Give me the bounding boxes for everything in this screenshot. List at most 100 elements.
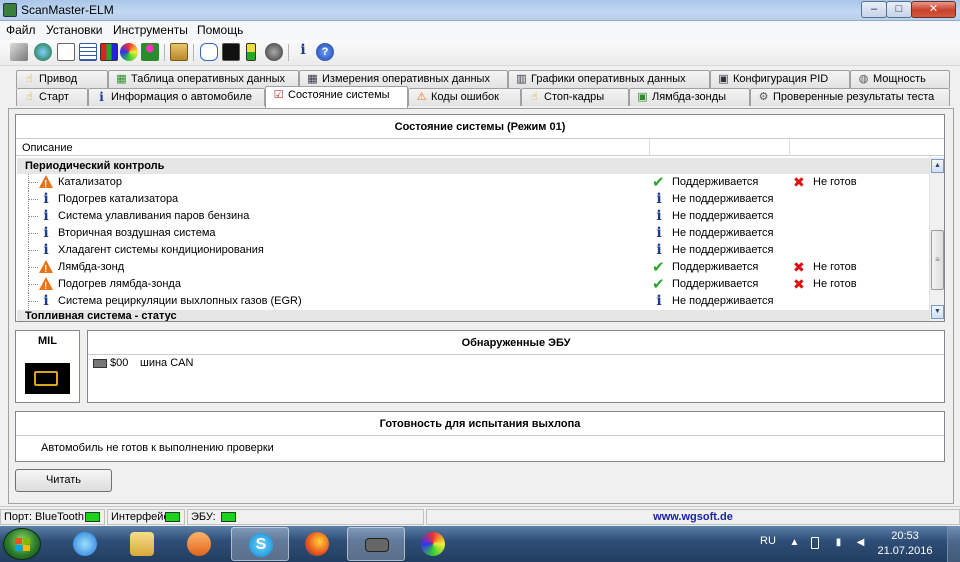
- scroll-up-icon[interactable]: ▲: [931, 159, 944, 173]
- list-item[interactable]: i Хладагент системы кондиционирования i …: [16, 242, 928, 259]
- list-item[interactable]: i Система рециркуляции выхлопных газов (…: [16, 293, 928, 310]
- network-icon[interactable]: ▮: [833, 537, 844, 549]
- readiness-text: Автомобиль не готов к выполнению проверк…: [41, 442, 274, 454]
- list-item[interactable]: i Вторичная воздушная система i Не подде…: [16, 225, 928, 242]
- vertical-scrollbar[interactable]: ▲ ≡ ▼: [929, 157, 944, 321]
- warning-icon: [39, 277, 53, 295]
- chart-icon[interactable]: [100, 43, 118, 61]
- readiness-title: Готовность для испытания выхлопа: [16, 412, 944, 436]
- tab-system-status[interactable]: ☑ Состояние системы: [265, 86, 408, 108]
- battery-icon[interactable]: [246, 43, 256, 61]
- group-fuel-system-status[interactable]: Топливная система - статус: [17, 310, 929, 321]
- clipboard-icon[interactable]: [170, 43, 188, 61]
- warning-icon: [39, 260, 53, 278]
- chat-icon[interactable]: [200, 43, 218, 61]
- taskbar-paint[interactable]: [404, 527, 462, 561]
- taskbar-explorer[interactable]: [113, 527, 171, 561]
- tab-freeze-frames[interactable]: ☝ Стоп-кадры: [521, 88, 629, 106]
- check-icon: ✔: [652, 259, 665, 276]
- tab-live-data-graphs[interactable]: ▥ Графики оперативных данных: [508, 70, 710, 88]
- list-item[interactable]: Лямбда-зонд ✔ Поддерживается ✖ Не готов: [16, 259, 928, 278]
- gear-icon: ⚙: [758, 91, 769, 103]
- info-icon: i: [656, 225, 662, 241]
- start-icon: ☝: [26, 91, 33, 103]
- list-item[interactable]: i Система улавливания паров бензина i Не…: [16, 208, 928, 225]
- list-item[interactable]: Подогрев лямбда-зонда ✔ Поддерживается ✖…: [16, 276, 928, 295]
- grid-icon: ▦: [307, 73, 318, 85]
- table-icon: ▦: [116, 73, 127, 85]
- scanmaster-icon: [365, 538, 389, 552]
- cross-icon: ✖: [793, 174, 805, 190]
- tab-lambda-sensors[interactable]: ▣ Лямбда-зонды: [629, 88, 750, 106]
- menu-tools[interactable]: Инструменты: [113, 23, 188, 37]
- menu-help[interactable]: Помощь: [197, 23, 243, 37]
- power-icon: ◍: [858, 73, 869, 85]
- ecu-address[interactable]: $00: [110, 357, 128, 369]
- menu-file[interactable]: Файл: [6, 23, 36, 37]
- close-button[interactable]: ✕: [911, 1, 956, 18]
- tab-trouble-codes[interactable]: ⚠ Коды ошибок: [408, 88, 521, 106]
- status-bar: Порт: BlueTooth Интерфейс: ЭБУ: www.wgso…: [0, 506, 960, 526]
- stop-icon[interactable]: [265, 43, 283, 61]
- detected-ecu-panel: Обнаруженные ЭБУ $00 шина CAN: [87, 330, 945, 403]
- battery-tray-icon[interactable]: [811, 537, 819, 549]
- info-icon: i: [43, 242, 49, 258]
- taskbar-skype[interactable]: S: [231, 527, 289, 561]
- help-icon[interactable]: ?: [316, 43, 334, 61]
- mil-panel: MIL: [15, 330, 80, 403]
- maximize-button[interactable]: □: [886, 1, 912, 18]
- document-icon[interactable]: [57, 43, 75, 61]
- ecu-bus: шина CAN: [140, 357, 194, 369]
- toolbar-separator: [193, 44, 194, 61]
- snapshot-icon: ☝: [531, 91, 538, 103]
- interface-led-icon: [165, 512, 180, 522]
- info-icon: i: [656, 208, 662, 224]
- website-link[interactable]: www.wgsoft.de: [426, 509, 960, 525]
- port-status: Порт: BlueTooth: [0, 509, 105, 525]
- read-button[interactable]: Читать: [15, 469, 112, 492]
- scroll-thumb[interactable]: ≡: [931, 230, 944, 290]
- wrench-icon[interactable]: [10, 43, 28, 61]
- volume-icon[interactable]: ◀: [855, 537, 866, 549]
- start-button[interactable]: [3, 528, 41, 560]
- taskbar-scanmaster[interactable]: [347, 527, 405, 561]
- info-icon[interactable]: i: [294, 43, 312, 61]
- menu-settings[interactable]: Установки: [46, 23, 102, 37]
- title-bar: ScanMaster-ELM – □ ✕: [0, 0, 960, 21]
- table-icon[interactable]: [79, 43, 97, 61]
- tab-start[interactable]: ☝ Старт: [16, 88, 88, 106]
- system-clock[interactable]: 20:53 21.07.2016: [875, 529, 935, 559]
- cross-icon: ✖: [793, 259, 805, 275]
- ecu-title: Обнаруженные ЭБУ: [88, 331, 944, 355]
- gauge-icon[interactable]: [120, 43, 138, 61]
- tab-vehicle-info[interactable]: i Информация о автомобиле: [88, 88, 265, 106]
- taskbar-firefox[interactable]: [288, 527, 346, 561]
- warning-icon: [39, 175, 53, 193]
- toolbar-separator: [164, 44, 165, 61]
- column-description[interactable]: Описание: [22, 142, 73, 154]
- show-desktop-button[interactable]: [947, 526, 960, 562]
- info-icon: i: [43, 208, 49, 224]
- terminal-icon[interactable]: [222, 43, 240, 61]
- scroll-down-icon[interactable]: ▼: [931, 305, 944, 319]
- tab-power[interactable]: ◍ Мощность: [850, 70, 950, 88]
- ecu-led-icon: [221, 512, 236, 522]
- globe-icon[interactable]: [34, 43, 52, 61]
- person-icon[interactable]: [141, 43, 159, 61]
- column-header: Описание: [16, 139, 944, 156]
- media-player-icon: [187, 532, 211, 556]
- firefox-icon: [305, 532, 329, 556]
- tab-test-results[interactable]: ⚙ Проверенные результаты теста: [750, 88, 950, 106]
- taskbar-media-player[interactable]: [170, 527, 228, 561]
- language-indicator[interactable]: RU: [760, 535, 776, 547]
- system-status-list: Состояние системы (Режим 01) Описание Пе…: [15, 114, 945, 322]
- check-icon: ✔: [652, 174, 665, 191]
- tray-expand-icon[interactable]: ▲: [789, 537, 800, 549]
- list-item[interactable]: i Подогрев катализатора i Не поддерживае…: [16, 191, 928, 208]
- tab-drive[interactable]: ☝ Привод: [16, 70, 108, 88]
- list-item[interactable]: Катализатор ✔ Поддерживается ✖ Не готов: [16, 174, 928, 193]
- taskbar-ie[interactable]: [56, 527, 114, 561]
- minimize-button[interactable]: –: [861, 1, 887, 18]
- tab-pid-config[interactable]: ▣ Конфигурация PID: [710, 70, 850, 88]
- group-periodic-monitoring[interactable]: Периодический контроль: [17, 158, 929, 174]
